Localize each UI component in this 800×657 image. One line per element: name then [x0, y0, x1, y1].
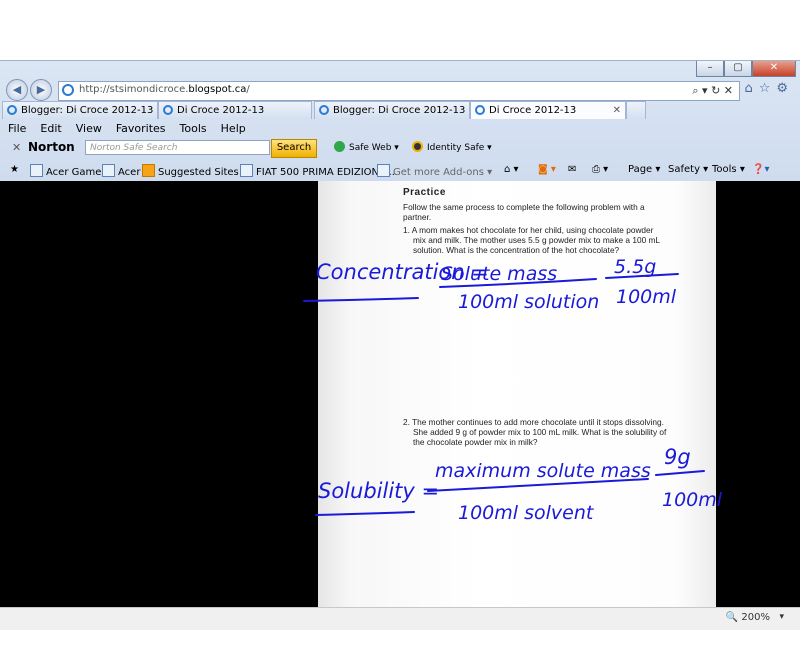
- fav-acer[interactable]: Acer: [102, 164, 140, 178]
- url-text: http://stsimondicroce.blogspot.ca/: [79, 84, 250, 95]
- tab-blogger-1[interactable]: Blogger: Di Croce 2012-13 - All...: [2, 101, 158, 119]
- fav-get-addons[interactable]: Get more Add-ons ▾: [377, 164, 492, 178]
- print-icon[interactable]: ⎙ ▾: [592, 164, 608, 175]
- solubility-label: Solubility =: [318, 479, 439, 503]
- new-tab-button[interactable]: [626, 101, 646, 119]
- minimize-button[interactable]: –: [696, 61, 724, 77]
- page-menu[interactable]: Page ▾: [628, 164, 660, 175]
- tab-dicroce-1[interactable]: Di Croce 2012-13: [158, 101, 312, 119]
- link-icon: [102, 164, 115, 177]
- link-icon: [30, 164, 43, 177]
- home-favorites-tools-icons[interactable]: ⌂☆⚙: [744, 81, 794, 96]
- safe-web-icon: [334, 141, 345, 152]
- norton-logo[interactable]: Norton: [28, 140, 75, 154]
- menu-view[interactable]: View: [68, 120, 108, 138]
- handwriting-overlay: Concentration = Solute mass 100ml soluti…: [303, 256, 723, 524]
- forward-button[interactable]: ▶: [30, 79, 52, 101]
- solubility-value-denominator: 100ml: [662, 489, 723, 511]
- solubility-underline: [315, 511, 415, 516]
- maximize-button[interactable]: ▢: [724, 61, 752, 77]
- norton-search-input[interactable]: Norton Safe Search: [85, 140, 270, 155]
- window-controls: – ▢ ✕: [696, 61, 796, 77]
- concentration-denominator: 100ml solution: [458, 291, 599, 313]
- solubility-value-numerator: 9g: [664, 445, 691, 469]
- menu-file[interactable]: File: [0, 120, 32, 138]
- page-icon: [62, 84, 74, 96]
- fav-acer-games[interactable]: Acer Games: [30, 164, 107, 178]
- menu-tools[interactable]: Tools: [172, 120, 213, 138]
- tab-dicroce-active[interactable]: Di Croce 2012-13 ✕: [470, 101, 626, 119]
- zoom-dropdown-icon[interactable]: ▾: [779, 612, 784, 622]
- fav-suggested-sites[interactable]: Suggested Sites ▾: [142, 164, 247, 178]
- address-bar[interactable]: http://stsimondicroce.blogspot.ca/ ⌕ ▾ ↻…: [58, 81, 740, 101]
- link-icon: [240, 164, 253, 177]
- safe-web-button[interactable]: Safe Web ▾: [334, 141, 399, 153]
- home-icon[interactable]: ⌂ ▾: [504, 164, 519, 175]
- ie-icon: [7, 105, 17, 115]
- mail-icon[interactable]: ✉: [568, 164, 576, 175]
- concentration-value-denominator: 100ml: [616, 286, 677, 308]
- solubility-denominator: 100ml solvent: [458, 502, 595, 524]
- help-icon[interactable]: ❓▾: [752, 164, 769, 175]
- suggested-sites-icon: [142, 164, 155, 177]
- concentration-underline: [303, 297, 419, 302]
- identity-safe-button[interactable]: Identity Safe ▾: [412, 141, 492, 153]
- top-blank-area: [0, 0, 800, 60]
- rss-icon[interactable]: ◙ ▾: [538, 164, 556, 175]
- navigation-bar: ◀ ▶ http://stsimondicroce.blogspot.ca/ ⌕…: [0, 77, 800, 101]
- menu-help[interactable]: Help: [213, 120, 252, 138]
- norton-toolbar: ✕ Norton Norton Safe Search Search Safe …: [0, 138, 800, 160]
- status-bar: 🔍 200% ▾: [0, 607, 800, 630]
- identity-safe-icon: [412, 141, 423, 152]
- menu-favorites[interactable]: Favorites: [108, 120, 172, 138]
- close-toolbar-icon[interactable]: ✕: [12, 141, 21, 154]
- close-tab-icon[interactable]: ✕: [613, 102, 621, 119]
- address-tools[interactable]: ⌕ ▾ ↻ ✕: [692, 84, 733, 98]
- favorites-star-icon[interactable]: ★: [10, 164, 19, 175]
- safety-menu[interactable]: Safety ▾: [668, 164, 708, 175]
- browser-chrome: – ▢ ✕ ◀ ▶ http://stsimondicroce.blogspot…: [0, 60, 800, 181]
- tab-blogger-2[interactable]: Blogger: Di Croce 2012-13 - All...: [314, 101, 470, 119]
- tools-menu[interactable]: Tools ▾: [712, 164, 745, 175]
- ie-icon: [319, 105, 329, 115]
- norton-search-button[interactable]: Search: [271, 139, 317, 158]
- ie-icon: [163, 105, 173, 115]
- fav-fiat[interactable]: FIAT 500 PRIMA EDIZIONE...: [240, 164, 395, 178]
- menu-bar: File Edit View Favorites Tools Help: [0, 120, 800, 138]
- close-button[interactable]: ✕: [752, 61, 796, 77]
- solubility-numerator: maximum solute mass: [435, 460, 651, 482]
- solubility-value-bar: [655, 470, 705, 476]
- tab-bar: Blogger: Di Croce 2012-13 - All... Di Cr…: [0, 101, 800, 120]
- link-icon: [377, 164, 390, 177]
- back-button[interactable]: ◀: [6, 79, 28, 101]
- favorites-bar: ★ Acer Games Acer Suggested Sites ▾ FIAT…: [0, 160, 800, 182]
- ie-icon: [475, 105, 485, 115]
- zoom-level[interactable]: 🔍 200%: [726, 612, 770, 623]
- menu-edit[interactable]: Edit: [32, 120, 67, 138]
- page-content: Practice Follow the same process to comp…: [0, 181, 800, 607]
